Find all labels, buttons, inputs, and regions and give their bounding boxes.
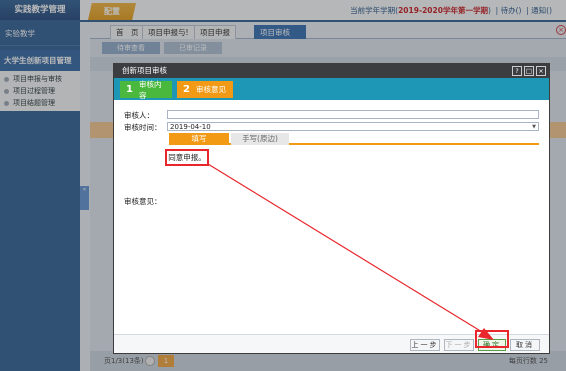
review-time-label: 审核时间： — [124, 123, 162, 132]
help-icon[interactable]: ? — [512, 66, 522, 76]
step-review-content[interactable]: 1 审核内容 — [120, 79, 172, 100]
dialog-window-buttons: ? □ × — [512, 66, 546, 76]
step-number: 1 — [126, 84, 133, 95]
app-root: 实践教学管理 配置 当前学年学期(2019-2020学年第一学期) | 待办()… — [0, 0, 566, 371]
reviewer-input[interactable] — [167, 110, 539, 119]
tab-handwrite[interactable]: 手写(原边) — [231, 133, 289, 145]
close-icon[interactable]: × — [536, 66, 546, 76]
review-time-value: 2019-04-10 — [170, 123, 211, 131]
opinion-label: 审核意见： — [124, 197, 162, 206]
step-bar: 1 审核内容 2 审核意见 — [114, 78, 549, 100]
chevron-down-icon: ▼ — [532, 124, 536, 130]
step-label: 审核内容 — [138, 79, 162, 100]
prev-step-button[interactable]: 上一步 — [410, 339, 440, 351]
step-number: 2 — [183, 84, 190, 95]
maximize-icon[interactable]: □ — [524, 66, 534, 76]
confirm-button[interactable]: 确定 — [478, 339, 506, 351]
reviewer-label: 审核人： — [124, 111, 154, 120]
review-dialog: 创新项目审核 ? □ × 1 审核内容 2 审核意见 审核人： 审核时间： 2019… — [113, 63, 550, 354]
cancel-button[interactable]: 取消 — [510, 339, 540, 351]
opinion-text[interactable]: 同意申报。 — [165, 149, 209, 166]
review-time-select[interactable]: 2019-04-10 ▼ — [167, 122, 539, 131]
dialog-title: 创新项目审核 — [114, 64, 549, 78]
tab-write[interactable]: 填写 — [169, 133, 229, 145]
step-review-opinion[interactable]: 2 审核意见 — [177, 81, 233, 98]
next-step-button[interactable]: 下一步 — [444, 339, 474, 351]
step-label: 审核意见 — [195, 85, 226, 94]
dialog-footer: 上一步 下一步 确定 取消 — [114, 334, 549, 353]
write-mode-tabs: 填写 手写(原边) — [169, 133, 539, 145]
